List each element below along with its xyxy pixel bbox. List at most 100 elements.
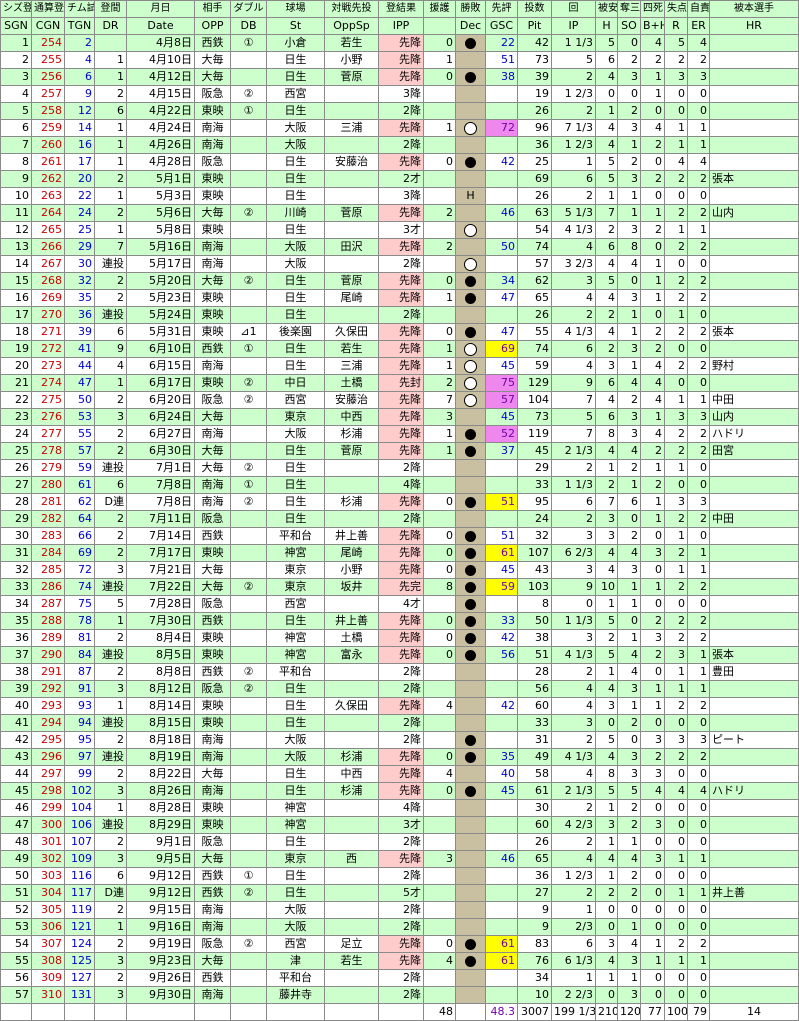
table-cell: 275 [31,391,65,409]
table-cell: 5 [595,782,618,800]
table-cell [455,765,486,783]
table-cell [709,748,799,766]
header-cell: 投数 [517,0,552,18]
table-cell [423,680,456,698]
table-cell: 4月28日 [126,153,195,171]
table-cell: 2 [617,527,641,545]
table-cell [423,816,456,834]
table-cell: 東映 [194,799,231,817]
table-cell: 4月15日 [126,85,195,103]
table-cell [230,612,267,630]
table-cell: 東映 [194,544,231,562]
table-cell: 4 2/3 [551,816,596,834]
table-cell: 2降 [378,731,424,749]
table-cell: 2 [94,765,127,783]
table-cell: 1 [664,850,688,868]
win-mark-icon [464,257,477,271]
table-cell: 7月14日 [126,527,195,545]
table-cell: 3 [617,221,641,239]
table-cell: 42 [485,153,518,171]
table-cell: 2 1/3 [551,782,596,800]
table-cell: 34 [485,272,518,290]
table-cell: 54 [0,935,32,953]
table-cell: 12 [0,221,32,239]
table-cell: 5 [0,102,32,120]
table-cell: 33 [485,612,518,630]
table-cell: 0 [664,986,688,1004]
header-cell: 登間 [94,0,127,18]
table-cell: 8月8日 [126,663,195,681]
table-cell [455,153,486,171]
table-cell: 2 [687,51,710,69]
table-cell: 0 [664,255,688,273]
table-row: 12 265 25 1 5月8日 東映 日生 3才 54 4 1/3 2 3 2 1 1 [0,221,799,239]
table-cell: 川崎 [266,204,325,222]
table-cell: 4 [595,680,618,698]
table-cell: 田沢 [324,238,379,256]
table-row: 24 277 55 2 6月27日 南海 大阪 杉浦 先降 1 52 119 7 8 3 4 2 2 ハドリ [0,425,799,443]
table-cell: 2 [551,663,596,681]
table-cell: 神宮 [266,799,325,817]
loss-mark-icon [465,955,476,967]
table-cell: 32 [64,272,95,290]
table-cell: 306 [31,918,65,936]
table-cell [709,918,799,936]
table-cell: 17 [64,153,95,171]
table-cell: 4 [687,153,710,171]
table-cell: 69 [64,544,95,562]
table-cell: 2降 [378,680,424,698]
table-cell [324,867,379,885]
table-cell [455,782,486,800]
table-cell: 大毎 [194,561,231,579]
table-cell: 日生 [266,51,325,69]
table-cell: 39 [517,68,552,86]
table-cell: 61 [64,476,95,494]
table-cell [230,629,267,647]
table-cell: 2降 [378,714,424,732]
table-cell: 29 [517,459,552,477]
table-cell: 7月22日 [126,578,195,596]
table-cell: 3 [640,765,665,783]
table-cell: 5 [617,782,641,800]
table-cell: 3 [423,408,456,426]
table-cell: 西宮 [266,935,325,953]
header-cell: 援護 [423,0,456,18]
table-row: 56 309 127 2 9月26日 西鉄 平和台 2降 34 1 1 1 0 0 0 [0,969,799,987]
total-cell: 48.3 [485,1003,518,1021]
table-cell: 5 [595,34,618,52]
table-cell [455,102,486,120]
table-cell [709,901,799,919]
loss-mark-icon [465,275,476,287]
table-cell: 271 [31,323,65,341]
table-cell: 4 [423,765,456,783]
table-cell: 1 1/3 [551,34,596,52]
table-cell: 1 [0,34,32,52]
table-cell [324,969,379,987]
table-cell: 先降 [378,340,424,358]
table-cell [709,527,799,545]
table-cell: 4 1/3 [551,323,596,341]
table-row: 31 284 69 2 7月17日 東映 神宮 尾崎 先降 0 61 107 6 2/3 4 4 3 2 1 [0,544,799,562]
table-cell [709,867,799,885]
table-cell: 0 [664,833,688,851]
table-cell: 2 [94,731,127,749]
table-cell: 2 [687,935,710,953]
table-cell: 2 [617,867,641,885]
table-cell: 2 [640,51,665,69]
table-cell: 0 [640,527,665,545]
table-cell: 1 [664,663,688,681]
table-cell: 先降 [378,391,424,409]
table-cell: 6月27日 [126,425,195,443]
table-cell: 大阪 [266,425,325,443]
header-cell: OPP [194,17,231,35]
table-cell: 平和台 [266,969,325,987]
table-cell: 日生 [266,306,325,324]
table-cell: 2 [423,238,456,256]
table-cell: 日生 [266,493,325,511]
table-cell: 先降 [378,850,424,868]
table-cell: 4 [595,255,618,273]
table-cell: 0 [640,867,665,885]
table-cell: 127 [64,969,95,987]
table-cell [324,187,379,205]
table-cell: 6 [94,867,127,885]
